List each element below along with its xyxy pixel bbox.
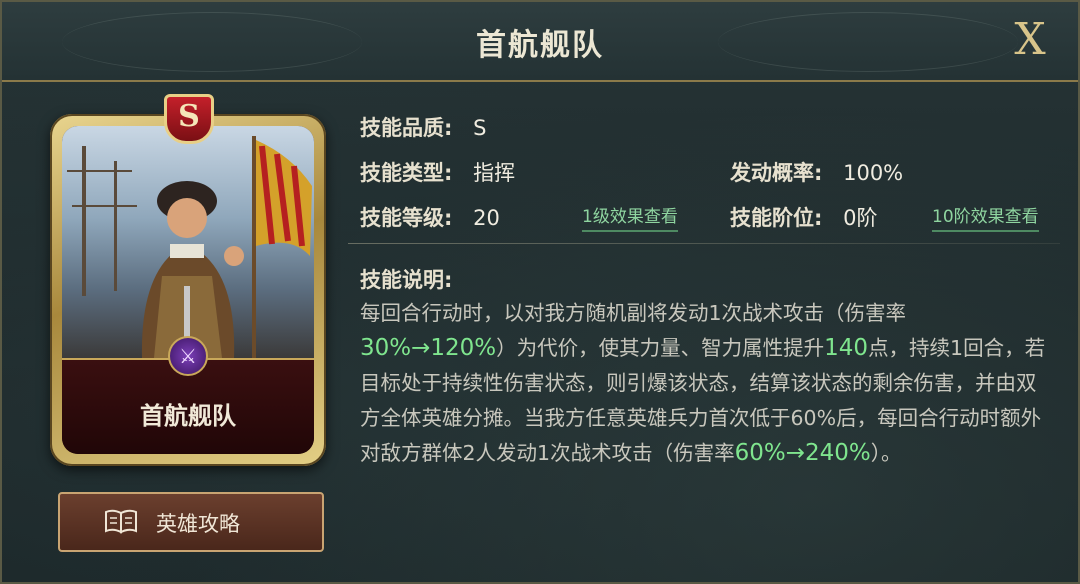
skill-quality-row: 技能品质: S xyxy=(360,112,486,142)
activation-rate-row: 发动概率: 100% xyxy=(730,157,903,187)
skill-card: 首航舰队 xyxy=(50,114,326,466)
skill-quality-label: 技能品质: xyxy=(360,116,453,140)
tier10-effect-link[interactable]: 10阶效果查看 xyxy=(932,202,1039,232)
skill-level-label: 技能等级: xyxy=(360,206,453,230)
page-title: 首航舰队 xyxy=(476,28,604,63)
close-button[interactable]: X xyxy=(1004,14,1056,66)
skill-type-label: 技能类型: xyxy=(360,161,453,185)
activation-rate-value: 100% xyxy=(843,161,904,185)
level1-effect-link[interactable]: 1级效果查看 xyxy=(582,202,678,232)
command-type-icon: ⚔ xyxy=(168,336,208,376)
skill-tier-value: 0阶 xyxy=(843,206,878,230)
grade-badge: S xyxy=(164,94,214,144)
skill-level-row: 技能等级: 20 xyxy=(360,202,500,232)
hero-guide-button[interactable]: 英雄攻略 xyxy=(58,492,324,552)
card-artwork xyxy=(62,126,314,358)
book-icon xyxy=(105,509,137,534)
desc-highlight-damage-2: 60%→240% xyxy=(734,440,871,466)
desc-text-4: ）。 xyxy=(870,441,902,465)
desc-highlight-attribute: 140 xyxy=(824,335,869,361)
skill-type-row: 技能类型: 指挥 xyxy=(360,157,515,187)
divider xyxy=(348,243,1060,244)
skill-quality-value: S xyxy=(473,116,487,140)
desc-text-1: 每回合行动时，以对我方随机副将发动1次战术攻击（伤害率 xyxy=(360,301,907,325)
skill-tier-row: 技能阶位: 0阶 xyxy=(730,202,877,232)
skill-level-value: 20 xyxy=(473,206,500,230)
header-bar: 首航舰队 X xyxy=(2,2,1078,82)
skill-description-label: 技能说明: xyxy=(360,268,453,292)
card-inner: 首航舰队 xyxy=(62,126,314,454)
desc-text-2: ）为代价，使其力量、智力属性提升 xyxy=(496,336,825,360)
skill-type-value: 指挥 xyxy=(473,161,516,185)
skill-detail-panel: 首航舰队 X 首航舰队 S ⚔ 英雄攻略 技能品质: S 技能类型: 指挥 发动… xyxy=(0,0,1080,584)
hero-guide-label: 英雄攻略 xyxy=(156,512,240,536)
skill-tier-label: 技能阶位: xyxy=(730,206,823,230)
activation-rate-label: 发动概率: xyxy=(730,161,823,185)
skill-description: 每回合行动时，以对我方随机副将发动1次战术攻击（伤害率 30%→120%）为代价，… xyxy=(360,296,1050,471)
card-name: 首航舰队 xyxy=(140,402,236,430)
admiral-illustration xyxy=(67,136,312,358)
desc-highlight-damage-1: 30%→120% xyxy=(360,335,497,361)
